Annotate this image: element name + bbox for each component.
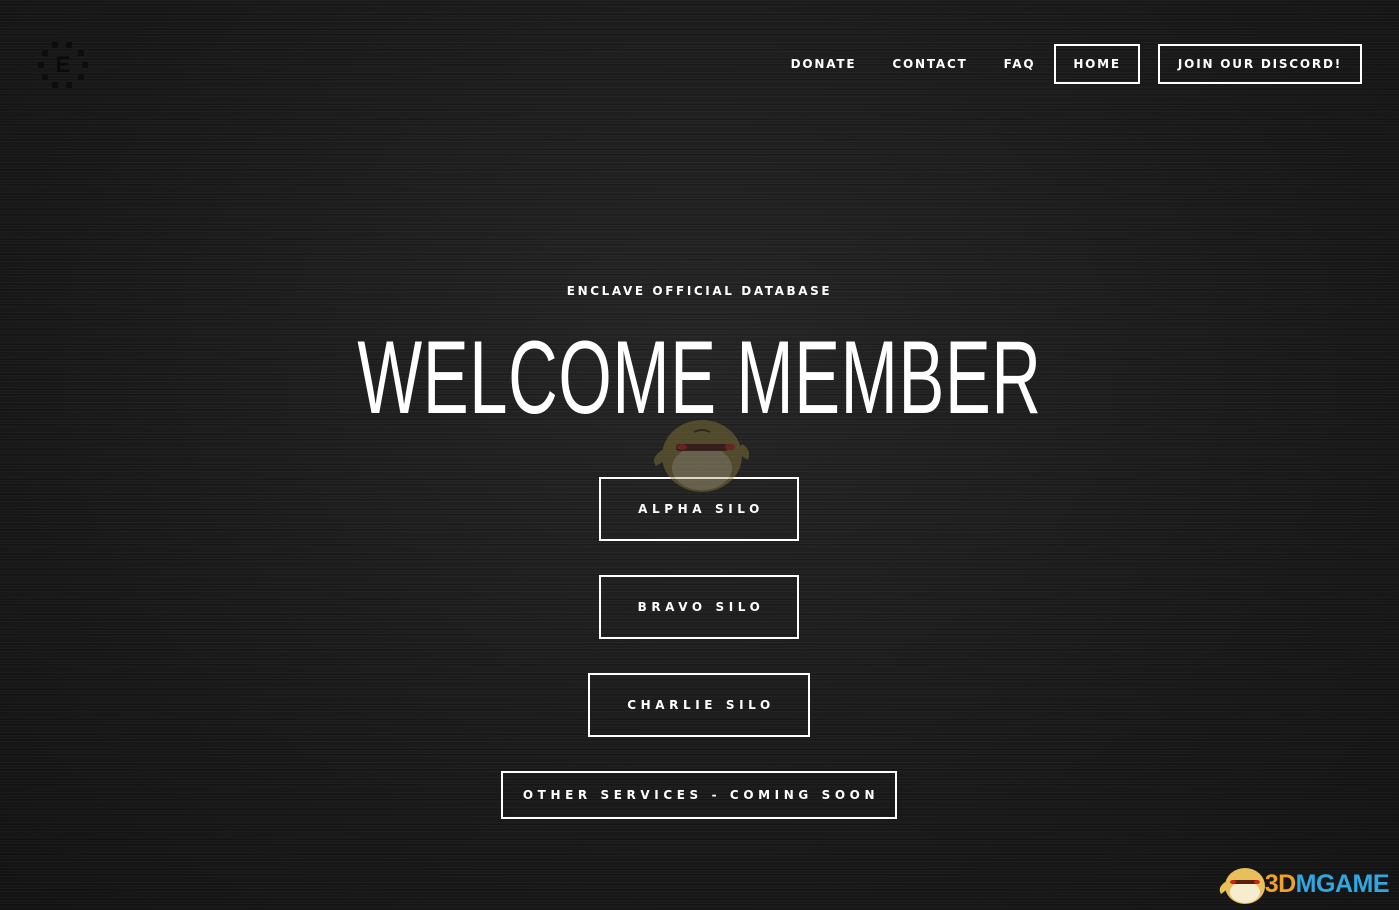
other-services-button[interactable]: OTHER SERVICES - COMING SOON: [501, 771, 897, 819]
discord-join-button[interactable]: JOIN OUR DISCORD!: [1157, 44, 1362, 84]
watermark-text: 3DMGAME: [1264, 869, 1390, 899]
charlie-silo-button[interactable]: CHARLIE SILO: [588, 673, 810, 737]
watermark-badge: 3DMGAME: [1217, 862, 1390, 906]
nav-contact-link[interactable]: CONTACT: [892, 57, 967, 71]
watermark-text-rest: MGAME: [1295, 869, 1390, 898]
main-nav: DONATE CONTACT FAQ HOME JOIN OUR DISCORD…: [791, 44, 1362, 84]
enclave-logo-icon[interactable]: E: [36, 38, 90, 90]
bravo-silo-button[interactable]: BRAVO SILO: [599, 575, 799, 639]
nav-home-button[interactable]: HOME: [1054, 44, 1140, 84]
nav-donate-link[interactable]: DONATE: [791, 57, 857, 71]
watermark-text-num: 3D: [1264, 869, 1296, 898]
nav-faq-link[interactable]: FAQ: [1004, 57, 1036, 71]
corner-mascot-icon: [1219, 868, 1265, 904]
hero-eyebrow: ENCLAVE OFFICIAL DATABASE: [566, 284, 833, 298]
logo-letter: E: [56, 52, 71, 77]
mascot-watermark-icon: [648, 410, 752, 496]
